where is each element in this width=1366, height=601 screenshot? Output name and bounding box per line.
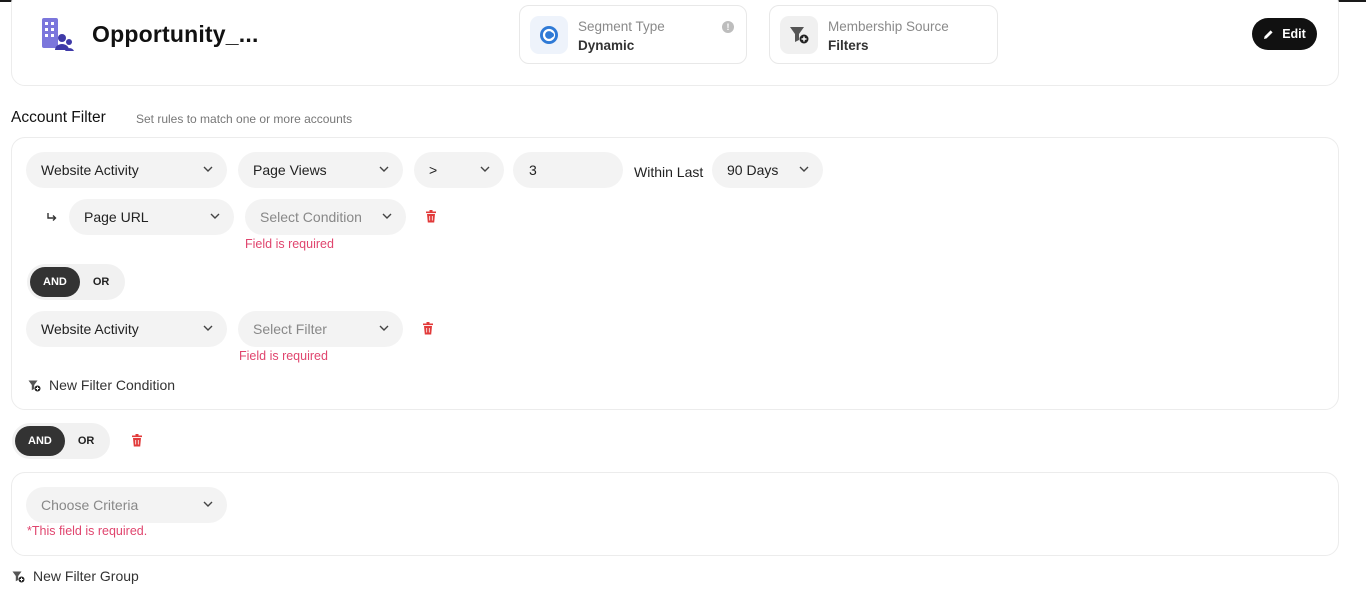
chevron-down-icon — [203, 166, 213, 172]
choose-criteria-placeholder: Choose Criteria — [41, 497, 139, 513]
group-join-toggle: AND OR — [12, 423, 111, 459]
rule1-period-select[interactable]: 90 Days — [712, 152, 823, 188]
rule1-sub-field-value: Page URL — [84, 209, 149, 225]
chevron-down-icon — [480, 166, 490, 172]
membership-source-label: Membership Source — [828, 19, 949, 34]
chevron-down-icon — [210, 213, 220, 219]
criteria-error: *This field is required. — [27, 524, 148, 538]
info-icon[interactable]: ! — [722, 21, 734, 33]
delete-rule2-trash-icon[interactable] — [422, 322, 434, 335]
pencil-icon — [1264, 29, 1273, 39]
rule2-category-select[interactable]: Website Activity — [26, 311, 227, 347]
rule2-filter-placeholder: Select Filter — [253, 321, 327, 337]
chevron-down-icon — [203, 501, 213, 507]
segment-type-card: Segment Type Dynamic ! — [519, 5, 747, 64]
dynamic-sync-icon — [540, 26, 558, 44]
rule2-category-value: Website Activity — [41, 321, 139, 337]
chevron-down-icon — [379, 166, 389, 172]
segment-type-icon-box — [530, 16, 568, 54]
rule1-metric-value: Page Views — [253, 162, 327, 178]
filter-add-icon — [28, 380, 41, 391]
chevron-down-icon — [379, 325, 389, 331]
new-filter-group-link[interactable]: New Filter Group — [12, 568, 139, 584]
rule2-error: Field is required — [239, 349, 328, 363]
group-join-or-option[interactable]: OR — [65, 426, 108, 456]
choose-criteria-select[interactable]: Choose Criteria — [26, 487, 227, 523]
rule1-category-value: Website Activity — [41, 162, 139, 178]
new-filter-condition-label: New Filter Condition — [49, 377, 176, 393]
rule1-sub-condition-select[interactable]: Select Condition — [245, 199, 406, 235]
membership-source-card: Membership Source Filters — [769, 5, 998, 64]
chevron-down-icon — [203, 325, 213, 331]
rule2-filter-select[interactable]: Select Filter — [238, 311, 403, 347]
join-and-option[interactable]: AND — [30, 267, 80, 297]
delete-group-trash-icon[interactable] — [131, 434, 143, 447]
condition-join-toggle: AND OR — [27, 264, 126, 300]
rule1-metric-select[interactable]: Page Views — [238, 152, 403, 188]
rule1-sub-error: Field is required — [245, 237, 334, 251]
edit-button-label: Edit — [1282, 27, 1306, 41]
filter-add-icon — [790, 27, 809, 44]
within-last-label: Within Last — [634, 164, 704, 180]
rule1-period-value: 90 Days — [727, 162, 779, 178]
account-filter-title: Account Filter — [11, 109, 106, 126]
filter-add-icon — [12, 571, 25, 582]
rule1-sub-field-select[interactable]: Page URL — [69, 199, 234, 235]
segment-building-icon — [42, 18, 74, 51]
new-filter-group-label: New Filter Group — [33, 568, 139, 584]
segment-type-label: Segment Type — [578, 19, 665, 34]
group-join-and-option[interactable]: AND — [15, 426, 65, 456]
edit-button[interactable]: Edit — [1252, 18, 1317, 50]
new-filter-condition-link[interactable]: New Filter Condition — [28, 377, 175, 393]
chevron-down-icon — [382, 213, 392, 219]
delete-sub-condition-trash-icon[interactable] — [425, 210, 437, 223]
rule1-sub-condition-placeholder: Select Condition — [260, 209, 362, 225]
membership-source-value: Filters — [828, 38, 869, 53]
segment-type-value: Dynamic — [578, 38, 635, 53]
sub-condition-arrow-icon — [47, 213, 57, 221]
membership-source-icon-box — [780, 16, 818, 54]
rule1-value-text: 3 — [529, 162, 537, 178]
rule1-value-input[interactable]: 3 — [513, 152, 623, 188]
rule1-category-select[interactable]: Website Activity — [26, 152, 227, 188]
chevron-down-icon — [799, 166, 809, 172]
join-or-option[interactable]: OR — [80, 267, 123, 297]
rule1-operator-select[interactable]: > — [414, 152, 504, 188]
account-filter-subtitle: Set rules to match one or more accounts — [136, 112, 353, 126]
segment-name: Opportunity_... — [92, 21, 259, 47]
rule1-operator-value: > — [429, 162, 438, 178]
